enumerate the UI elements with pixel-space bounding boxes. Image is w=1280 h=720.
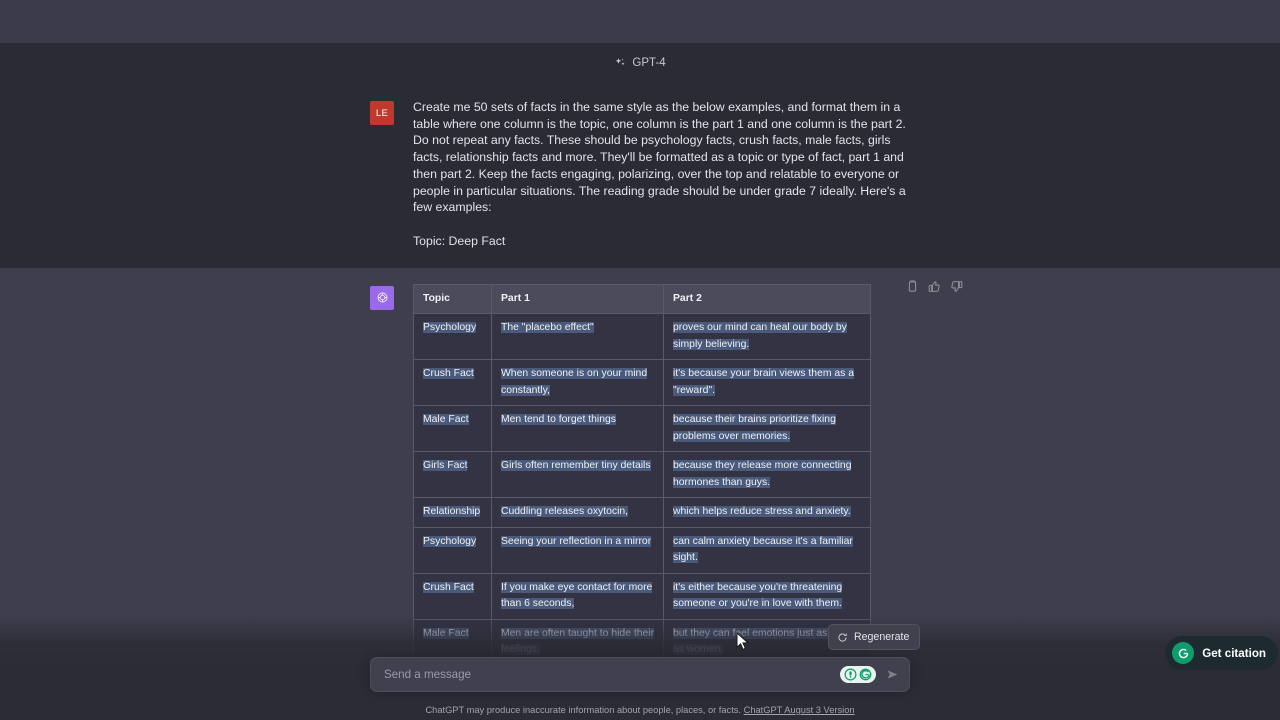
search-input-placeholder[interactable]: Send a message [384,668,840,681]
copy-icon[interactable] [906,280,919,293]
get-citation-widget[interactable]: Get citation [1165,636,1278,670]
assistant-avatar [370,285,394,310]
facts-table-body: Psychology The "placebo effect" proves our… [413,313,871,663]
user-avatar: LE [370,101,394,125]
message-action-row[interactable] [906,280,963,293]
regenerate-label: Regenerate [854,631,910,643]
refresh-icon [837,632,848,643]
user-message: LE Create me 50 sets of facts in the sam… [0,83,1280,268]
table-row: Girls Fact Girls often remember tiny deta… [413,451,871,499]
facts-table: Topic Part 1 Part 2 Psychology The "place… [413,283,871,663]
model-selector[interactable]: GPT-4 [614,57,666,69]
citation-badge [1172,642,1195,664]
table-cell-topic: Crush Fact [413,572,492,620]
circular-arrow-icon[interactable] [859,668,872,681]
table-row: Psychology Seeing your reflection in a mi… [413,526,871,574]
version-link[interactable]: ChatGPT August 3 Version [744,705,855,715]
table-cell-topic: Psychology [413,526,492,574]
user-prompt-text: Create me 50 sets of facts in the same s… [413,100,910,215]
table-row: Crush Fact If you make eye contact for mo… [413,572,871,620]
footer-disclaimer: ChatGPT may produce inaccurate informati… [0,705,1280,715]
table-header-row: Topic Part 1 Part 2 [413,283,871,315]
citation-label: Get citation [1202,646,1266,660]
microphone-icon[interactable] [844,668,857,681]
thumbs-down-icon[interactable] [950,280,963,293]
table-cell-topic: Relationship [413,497,492,528]
table-cell-part2: which helps reduce stress and anxiety. [663,497,871,528]
thumbs-up-icon[interactable] [928,280,941,293]
column-header-part2: Part 2 [663,283,871,315]
table-cell-part2: can calm anxiety because it's a familiar… [663,526,871,574]
table-cell-part1: The "placebo effect" [491,313,664,361]
table-row: Relationship Cuddling releases oxytocin, w… [413,497,871,528]
table-cell-part1: Men tend to forget things [491,405,664,453]
user-prompt-example-line: Topic: Deep Fact [413,233,506,248]
table-cell-part2: because their brains prioritize fixing p… [663,405,871,453]
table-cell-part1: When someone is on your mind constantly, [491,359,664,407]
table-cell-topic: Crush Fact [413,359,492,407]
column-header-topic: Topic [413,283,492,315]
assistant-message: Topic Part 1 Part 2 Psychology The "place… [0,267,1280,663]
openai-logo-icon [375,290,390,305]
table-cell-topic: Psychology [413,313,492,361]
send-arrow-icon[interactable] [886,668,899,681]
table-cell-part2: because they release more connecting hor… [663,451,871,499]
table-cell-topic: Girls Fact [413,451,492,499]
conversation-scroll-region[interactable]: LE Create me 50 sets of facts in the sam… [0,83,1280,663]
circular-arrow-icon [1177,647,1190,660]
message-composer[interactable]: Send a message [370,657,910,692]
top-chrome-strip [0,0,1280,43]
table-cell-part1: Cuddling releases oxytocin, [491,497,664,528]
user-avatar-initials: LE [375,107,389,119]
table-cell-part2: it's either because you're threatening s… [663,572,871,620]
table-cell-part1: If you make eye contact for more than 6 … [491,572,664,620]
table-row: Crush Fact When someone is on your mind c… [413,359,871,407]
prompt-spacer [413,216,910,233]
table-cell-part2: it's because your brain views them as a … [663,359,871,407]
model-label: GPT-4 [632,57,666,69]
table-row: Male Fact Men tend to forget things becaus… [413,405,871,453]
table-cell-part2: proves our mind can heal our body by sim… [663,313,871,361]
table-cell-part1: Girls often remember tiny details [491,451,664,499]
voice-tools-pill[interactable] [840,666,876,683]
model-header-band: GPT-4 [0,43,1280,83]
column-header-part1: Part 1 [491,283,664,315]
sparkles-icon [614,57,626,69]
table-row: Psychology The "placebo effect" proves our… [413,313,871,361]
composer-region: Send a message [0,657,1280,692]
disclaimer-text: ChatGPT may produce inaccurate informati… [425,705,742,715]
table-cell-part1: Seeing your reflection in a mirror [491,526,664,574]
regenerate-button[interactable]: Regenerate [828,624,921,650]
table-cell-topic: Male Fact [413,405,492,453]
